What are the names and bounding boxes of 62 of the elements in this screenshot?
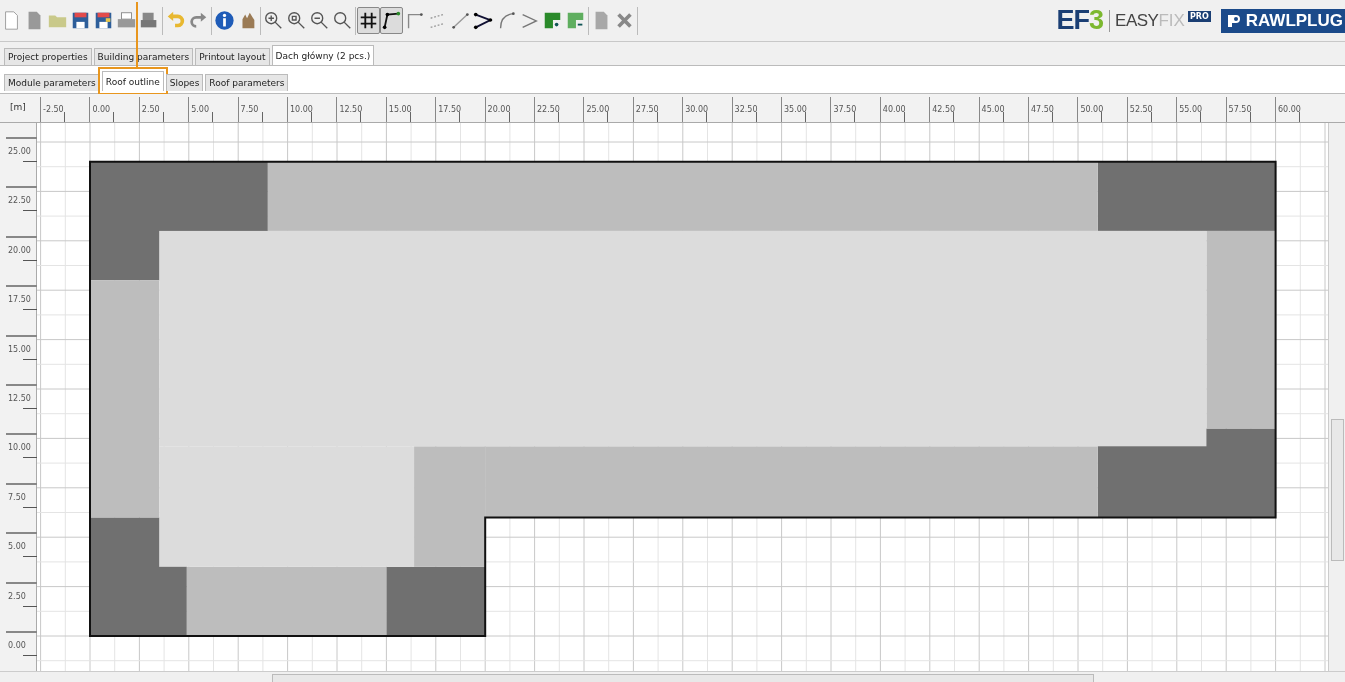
roof-outline[interactable] — [89, 160, 1277, 637]
tab[interactable]: Building parameters — [93, 48, 194, 65]
ruler-label: 20.00 — [8, 245, 31, 255]
tab[interactable]: Module parameters — [4, 74, 100, 91]
tab[interactable]: Dach główny (2 pcs.) — [271, 45, 375, 65]
ruler-label: 12.50 — [8, 394, 31, 403]
ruler-label: 35.00 — [784, 105, 807, 114]
tab[interactable]: Project properties — [4, 48, 92, 65]
ruler-label: 27.50 — [635, 105, 659, 114]
ruler-label: 50.00 — [1080, 105, 1104, 114]
logo-text: FIX — [1158, 10, 1185, 31]
ruler-label: 22.50 — [8, 196, 31, 206]
drawing-canvas[interactable] — [37, 123, 1328, 671]
ruler-label: 7.50 — [8, 492, 26, 502]
ruler-label: 5.00 — [191, 105, 209, 114]
polyline-icon[interactable] — [380, 7, 403, 34]
ruler-label: 17.50 — [438, 105, 462, 114]
ruler-label: 10.00 — [8, 443, 31, 453]
ruler-label: 57.50 — [1228, 105, 1252, 114]
ruler-label: 37.50 — [833, 105, 857, 114]
ruler-label: 12.50 — [339, 105, 363, 114]
roof-slope[interactable] — [386, 566, 486, 636]
ruler-label: 0.00 — [92, 105, 111, 114]
horizontal-scrollbar[interactable] — [0, 671, 1345, 682]
ruler-label: 30.00 — [685, 105, 709, 114]
callout-line — [135, 2, 138, 68]
ruler-label: 25.00 — [8, 147, 31, 156]
ruler-label: 2.50 — [141, 105, 160, 114]
ruler-label: 40.00 — [882, 105, 906, 114]
ruler-label: 20.00 — [487, 105, 511, 114]
ruler-label: 47.50 — [1031, 105, 1054, 114]
ruler-label: 2.50 — [8, 591, 26, 601]
logo-text: EF — [1056, 5, 1090, 36]
brand-logo: RAWLPLUG — [1220, 8, 1345, 33]
ruler-label: 42.50 — [932, 105, 956, 114]
ruler-label: 7.50 — [240, 105, 259, 114]
ruler-label: 17.50 — [8, 295, 31, 305]
ruler-label: 15.00 — [8, 344, 31, 354]
ruler-label: 60.00 — [1278, 105, 1301, 114]
ruler-label: 32.50 — [734, 105, 758, 114]
ruler-label: 0.00 — [8, 641, 26, 650]
ruler-label: 55.00 — [1179, 105, 1203, 114]
ruler-label: 25.00 — [586, 105, 610, 114]
ruler-label: 10.00 — [290, 105, 313, 114]
roof-slope[interactable] — [267, 161, 1098, 231]
scroll-thumb[interactable] — [272, 674, 1094, 682]
ruler-label: -2.50 — [43, 105, 64, 114]
ruler-label: 52.50 — [1129, 105, 1153, 114]
scroll-thumb[interactable] — [1331, 419, 1344, 561]
ruler-label: 15.00 — [388, 105, 412, 114]
logo-text: 3 — [1089, 5, 1105, 36]
ruler-label: 22.50 — [537, 105, 560, 114]
logo-text: EASY — [1115, 10, 1159, 31]
ruler-label: 45.00 — [981, 105, 1005, 114]
pro-badge: PRO — [1187, 11, 1211, 22]
tab[interactable]: Printout layout — [195, 48, 270, 65]
tab[interactable]: Slopes — [165, 74, 204, 91]
grid-icon[interactable] — [357, 7, 380, 34]
tab[interactable]: Roof parameters — [205, 74, 289, 91]
unit-label: [m] — [10, 102, 26, 112]
ruler-label: 5.00 — [8, 542, 26, 552]
vertical-scrollbar[interactable] — [1328, 123, 1345, 671]
